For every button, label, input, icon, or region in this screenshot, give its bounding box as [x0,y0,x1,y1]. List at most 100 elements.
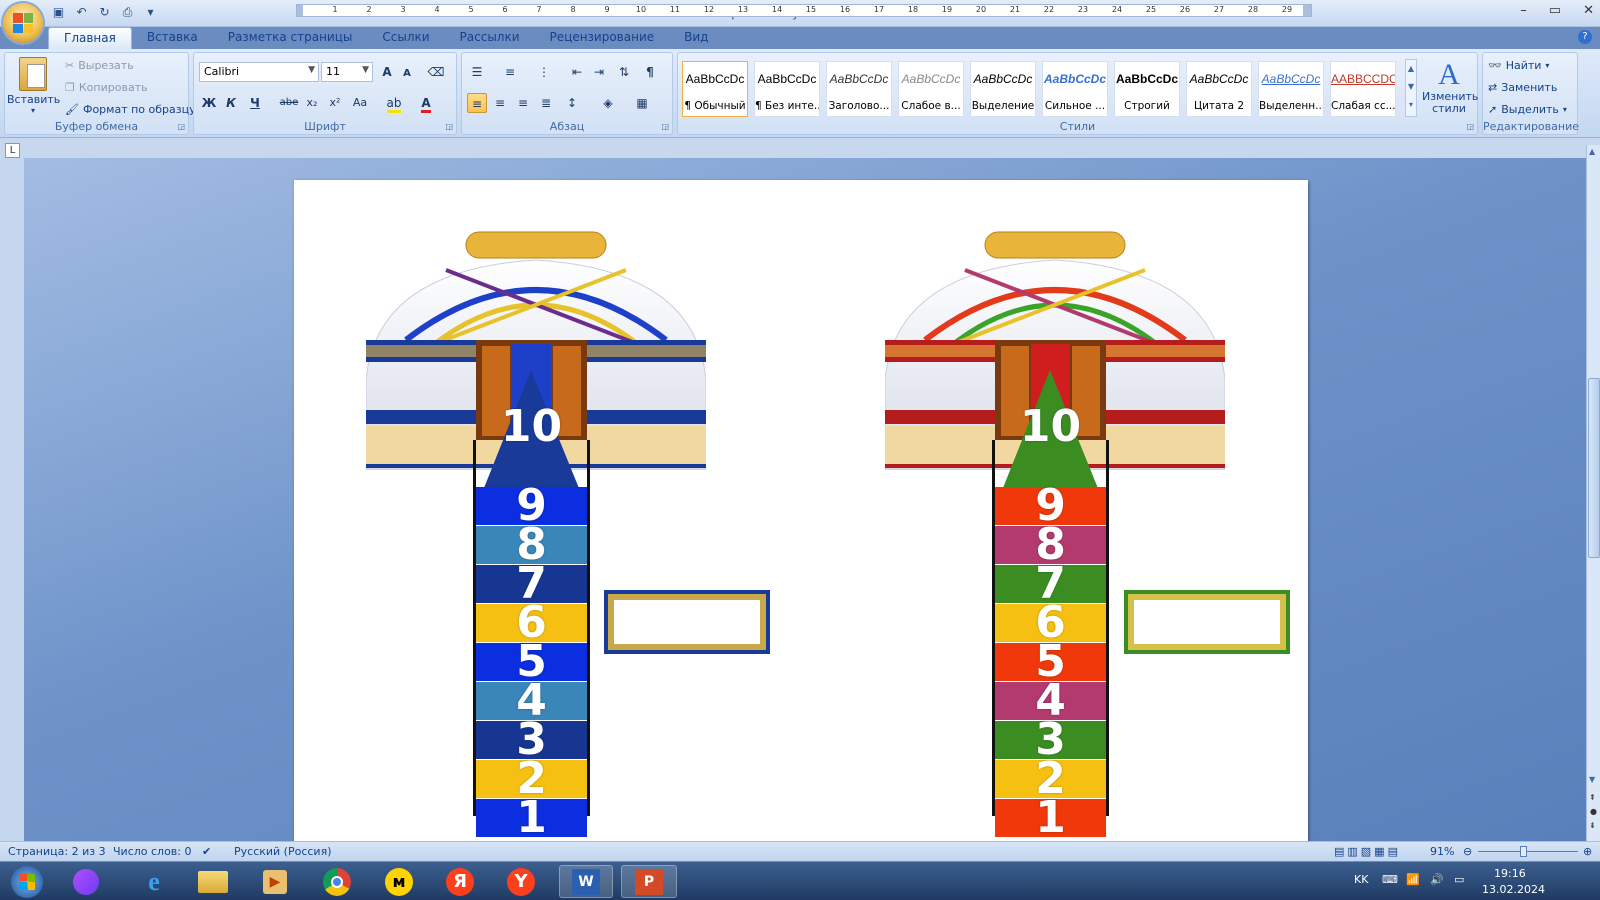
font-color-icon[interactable]: A [416,93,436,113]
office-button[interactable] [3,3,43,43]
yandex-icon[interactable]: Y [498,865,544,898]
zoom-slider-thumb[interactable] [1520,846,1527,857]
font-size-combo[interactable]: 11 ▼ [321,62,373,82]
tab-3[interactable]: Ссылки [367,27,444,49]
style-gallery-item[interactable]: AaBbCcDc Строгий [1114,61,1180,117]
tab-2[interactable]: Разметка страницы [213,27,368,49]
style-gallery-item[interactable]: AaBbCcDc Сильное ... [1042,61,1108,117]
style-gallery-item[interactable]: AaBbCcDc Выделенн... [1258,61,1324,117]
chrome-icon[interactable] [314,865,360,898]
shading-icon[interactable]: ◈ [598,93,618,113]
underline-button[interactable]: Ч [245,93,265,113]
clock-time[interactable]: 19:16 [1494,867,1526,881]
style-gallery-item[interactable]: AaBbCcDc Выделение [970,61,1036,117]
zoom-slider[interactable] [1478,851,1578,852]
dialog-launcher-icon[interactable]: ◲ [445,122,453,131]
language-status[interactable]: Русский (Россия) [234,845,332,858]
decrease-indent-icon[interactable]: ⇤ [567,62,587,82]
dialog-launcher-icon[interactable]: ◲ [661,122,669,131]
style-gallery-item[interactable]: AaBbCcDc Слабое в... [898,61,964,117]
score-rung-10[interactable]: 10 [476,405,587,449]
font-name-combo[interactable]: Calibri ▼ [199,62,319,82]
vertical-scrollbar[interactable]: ▲ ▼ ⇞ ● ⇟ [1586,145,1600,841]
word-count[interactable]: Число слов: 0 [113,845,192,858]
superscript-button[interactable]: x² [325,93,345,113]
tab-5[interactable]: Рецензирование [535,27,670,49]
network-icon[interactable]: 📶 [1406,873,1420,887]
action-center-icon[interactable]: ▭ [1454,873,1464,887]
proofing-icon[interactable]: ✔ [202,845,211,858]
style-gallery-item[interactable]: AaBbCcDc Заголово... [826,61,892,117]
align-right-icon[interactable]: ≡ [513,93,533,113]
scroll-up-icon[interactable]: ▲ [1589,147,1595,156]
view-buttons[interactable]: ▤▥▧▦▤ [1334,845,1401,858]
minimize-icon[interactable]: – [1520,3,1527,18]
pilcrow-icon[interactable]: ¶ [640,62,660,82]
file-explorer-icon[interactable] [190,865,236,898]
yandex-browser-icon[interactable]: Я [437,865,483,898]
cut-button[interactable]: ✂ Вырезать [65,59,134,72]
keyboard-icon[interactable]: ⌨ [1382,873,1398,887]
bold-button[interactable]: Ж [199,93,219,113]
sort-icon[interactable]: ⇅ [614,62,634,82]
find-button[interactable]: 👓 Найти ▾ [1488,59,1549,72]
zoom-in-icon[interactable]: ⊕ [1583,845,1592,858]
numbering-icon[interactable]: ≡ [500,62,520,82]
format-painter-button[interactable]: 🖌 Формат по образцу [65,103,196,116]
tab-4[interactable]: Рассылки [445,27,535,49]
scroll-down-icon[interactable]: ▼ [1589,775,1595,784]
yandex-market-icon[interactable]: м [376,865,422,898]
borders-icon[interactable]: ▦ [632,93,652,113]
replace-button[interactable]: ⇄ Заменить [1488,81,1557,94]
bullets-icon[interactable]: ☰ [467,62,487,82]
horizontal-ruler[interactable]: 1 2 3 4 5 6 7 8 9 10 11 12 13 14 15 16 17 18 19 20 21 22 23 24 2… [296,4,1312,17]
browse-object-icon[interactable]: ● [1590,807,1597,816]
style-gallery-item[interactable]: AaBbCcDc Цитата 2 [1186,61,1252,117]
media-player-icon[interactable]: ▶ [252,865,298,898]
tab-6[interactable]: Вид [669,27,723,49]
scroll-thumb[interactable] [1588,378,1600,558]
tab-selector-icon[interactable]: L [5,143,20,158]
score-rung-1[interactable]: 1 [476,796,587,840]
maximize-icon[interactable]: ▭ [1549,3,1561,18]
tab-1[interactable]: Вставка [132,27,213,49]
powerpoint-taskbar-icon[interactable]: P [621,865,677,898]
page-count[interactable]: Страница: 2 из 3 [8,845,106,858]
tab-0[interactable]: Главная [48,27,132,49]
copy-button[interactable]: ❐ Копировать [65,81,148,94]
internet-explorer-icon[interactable]: e [131,865,177,898]
styles-scroll[interactable]: ▲ ▼ ▾ [1405,59,1417,117]
line-spacing-icon[interactable]: ↕ [562,93,582,113]
score-rung-10[interactable]: 10 [995,405,1106,449]
align-left-icon[interactable]: ≡ [467,93,487,113]
zoom-level[interactable]: 91% [1430,845,1454,858]
score-input-box[interactable] [604,590,770,654]
shrink-font-button[interactable]: A [397,64,417,84]
clear-format-icon[interactable]: ⌫ [426,62,446,82]
word-taskbar-icon[interactable]: W [559,865,613,898]
close-icon[interactable]: ✕ [1583,3,1594,18]
strikethrough-button[interactable]: abe [279,93,299,113]
alice-icon[interactable] [63,865,109,898]
style-gallery-item[interactable]: AABBCCDC Слабая сс... [1330,61,1396,117]
select-button[interactable]: ➚ Выделить ▾ [1488,103,1567,116]
justify-icon[interactable]: ≣ [536,93,556,113]
increase-indent-icon[interactable]: ⇥ [589,62,609,82]
next-page-icon[interactable]: ⇟ [1589,821,1596,830]
dialog-launcher-icon[interactable]: ◲ [1466,122,1474,131]
help-icon[interactable]: ? [1578,30,1592,44]
align-center-icon[interactable]: ≡ [490,93,510,113]
keyboard-language[interactable]: KK [1354,873,1368,887]
volume-icon[interactable]: 🔊 [1430,873,1444,887]
highlight-icon[interactable]: ab [384,93,404,113]
zoom-out-icon[interactable]: ⊖ [1463,845,1472,858]
clock-date[interactable]: 13.02.2024 [1482,883,1545,897]
style-gallery-item[interactable]: AaBbCcDc ¶ Обычный [682,61,748,117]
paste-button[interactable]: Вставить ▾ [7,57,60,115]
change-styles-button[interactable]: A Изменить стили [1422,59,1478,115]
style-gallery-item[interactable]: AaBbCcDc ¶ Без инте... [754,61,820,117]
score-input-box[interactable] [1124,590,1290,654]
change-case-button[interactable]: Aa [350,93,370,113]
multilevel-list-icon[interactable]: ⋮ [534,62,554,82]
italic-button[interactable]: К [221,93,241,113]
